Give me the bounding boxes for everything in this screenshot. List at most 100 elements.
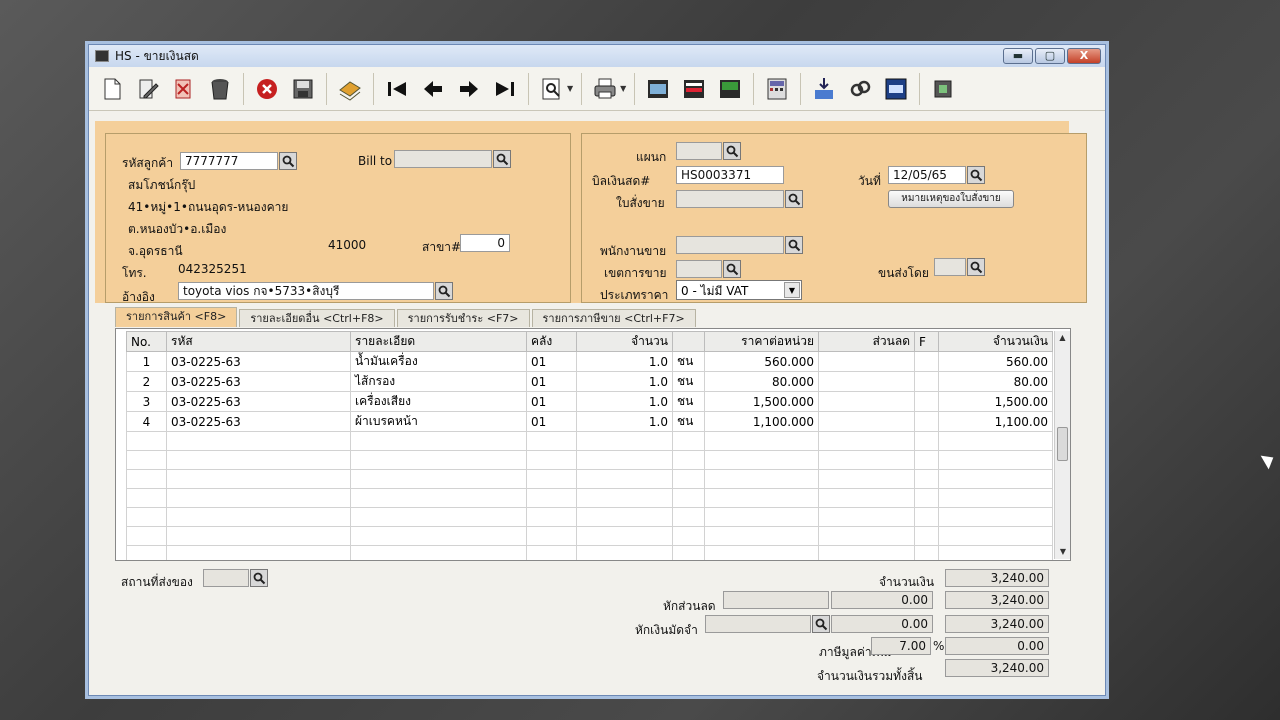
row-code[interactable]: 03-0225-63 [166,351,351,372]
row-unit[interactable] [672,469,705,489]
row-f[interactable] [914,507,939,527]
search-doc-icon[interactable] [537,74,567,104]
branch-field[interactable]: 0 [460,234,510,252]
row-no[interactable]: 1 [126,351,167,372]
header-description[interactable]: รายละเอียด [350,331,527,352]
search-icon[interactable] [435,282,453,300]
header-amount[interactable]: จำนวนเงิน [938,331,1053,352]
sales-area-field[interactable] [676,260,722,278]
row-no[interactable] [126,488,167,508]
row-amount[interactable] [938,507,1053,527]
row-amount[interactable]: 1,100.00 [938,411,1053,432]
row-no[interactable] [126,431,167,451]
row-description[interactable] [350,469,527,489]
row-f[interactable] [914,450,939,470]
table-row[interactable]: 1 03-0225-63 น้ำมันเครื่อง 01 1.0 ชน 560.000 56… [126,351,1053,372]
search-icon[interactable] [723,142,741,160]
row-amount[interactable] [938,488,1053,508]
row-amount[interactable]: 1,500.00 [938,391,1053,412]
row-warehouse[interactable]: 01 [526,351,577,372]
date-field[interactable]: 12/05/65 [888,166,966,184]
chevron-down-icon[interactable]: ▼ [620,84,626,93]
edit-doc-icon[interactable] [133,74,163,104]
chevron-down-icon[interactable]: ▼ [784,282,800,298]
bill-number-field[interactable]: HS0003371 [676,166,784,184]
row-code[interactable] [166,469,351,489]
row-warehouse[interactable] [526,526,577,546]
tab-sales-tax[interactable]: รายการภาษีขาย <Ctrl+F7> [531,309,696,327]
row-unit-price[interactable] [704,469,819,489]
row-unit-price[interactable] [704,488,819,508]
row-quantity[interactable]: 1.0 [576,411,673,432]
row-discount[interactable] [818,431,915,451]
ship-place-field[interactable] [203,569,249,587]
row-quantity[interactable] [576,545,673,560]
chevron-down-icon[interactable]: ▼ [567,84,573,93]
row-unit[interactable]: ชน [672,411,705,432]
row-unit-price[interactable]: 80.000 [704,371,819,392]
row-code[interactable]: 03-0225-63 [166,391,351,412]
price-type-select[interactable]: 0 - ไม่มี VAT ▼ [676,280,802,300]
search-icon[interactable] [279,152,297,170]
delete-icon[interactable] [205,74,235,104]
header-code[interactable]: รหัส [166,331,351,352]
table-row-empty[interactable] [126,469,1053,489]
discount-text-field[interactable] [723,591,829,609]
save-icon[interactable] [288,74,318,104]
header-unit-price[interactable]: ราคาต่อหน่วย [704,331,819,352]
search-icon[interactable] [812,615,830,633]
row-code[interactable] [166,488,351,508]
new-doc-icon[interactable] [97,74,127,104]
row-no[interactable] [126,450,167,470]
row-f[interactable] [914,545,939,560]
row-description[interactable] [350,507,527,527]
row-amount[interactable]: 80.00 [938,371,1053,392]
header-warehouse[interactable]: คลัง [526,331,577,352]
row-description[interactable] [350,431,527,451]
download-dk-icon[interactable] [809,74,839,104]
row-description[interactable]: ไส้กรอง [350,371,527,392]
row-code[interactable]: 03-0225-63 [166,411,351,432]
table-row-empty[interactable] [126,488,1053,508]
row-code[interactable] [166,431,351,451]
row-f[interactable] [914,431,939,451]
bill-to-field[interactable] [394,150,492,168]
header-no[interactable]: No. [126,331,167,352]
row-unit[interactable] [672,450,705,470]
row-warehouse[interactable] [526,431,577,451]
reference-field[interactable]: toyota vios กจ•5733•สิงบุรี [178,282,434,300]
row-description[interactable]: เครื่องเสียง [350,391,527,412]
vertical-scrollbar[interactable]: ▲ ▼ [1054,331,1070,559]
table-row[interactable]: 3 03-0225-63 เครื่องเสียง 01 1.0 ชน 1,500.000 1… [126,391,1053,412]
row-code[interactable] [166,526,351,546]
row-warehouse[interactable] [526,545,577,560]
search-icon[interactable] [785,190,803,208]
scroll-up-icon[interactable]: ▲ [1055,331,1070,345]
row-no[interactable]: 4 [126,411,167,432]
row-amount[interactable] [938,450,1053,470]
header-unit[interactable] [672,331,705,352]
sales-order-field[interactable] [676,190,784,208]
table-row-empty[interactable] [126,507,1053,527]
shipping-field[interactable] [934,258,966,276]
row-discount[interactable] [818,507,915,527]
discount-field[interactable]: 0.00 [831,591,933,609]
deposit-field[interactable]: 0.00 [831,615,933,633]
row-no[interactable]: 2 [126,371,167,392]
search-icon[interactable] [785,236,803,254]
row-quantity[interactable] [576,526,673,546]
scroll-down-icon[interactable]: ▼ [1055,545,1070,559]
header-f[interactable]: F [914,331,939,352]
row-warehouse[interactable]: 01 [526,371,577,392]
maximize-button[interactable]: ▢ [1035,48,1065,64]
row-quantity[interactable] [576,450,673,470]
close-button[interactable]: X [1067,48,1101,64]
search-icon[interactable] [967,166,985,184]
scroll-thumb[interactable] [1057,427,1068,461]
row-amount[interactable] [938,526,1053,546]
row-quantity[interactable] [576,488,673,508]
row-code[interactable] [166,507,351,527]
row-warehouse[interactable] [526,450,577,470]
vat-rate-field[interactable]: 7.00 [871,637,931,655]
table-row-empty[interactable] [126,526,1053,546]
